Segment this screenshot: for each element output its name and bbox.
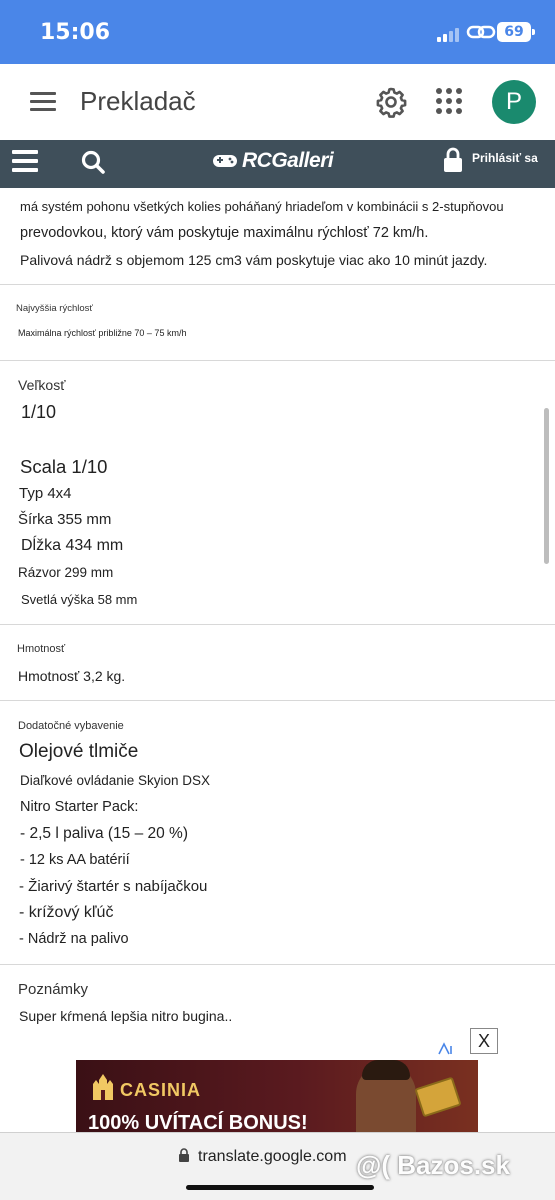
size-length: Dĺžka 434 mm bbox=[21, 537, 124, 554]
list-item: - Nádrž na palivo bbox=[19, 931, 129, 947]
site-logo-text: RCGalleri bbox=[242, 149, 334, 172]
size-width: Šírka 355 mm bbox=[18, 511, 112, 528]
search-icon[interactable] bbox=[80, 149, 106, 175]
size-scale: Scala 1/10 bbox=[20, 456, 108, 477]
url-lock-icon bbox=[179, 1148, 189, 1162]
weight-value: Hmotnosť 3,2 kg. bbox=[18, 668, 126, 684]
url-text[interactable]: translate.google.com bbox=[198, 1148, 347, 1166]
notes-value: Super kŕmená lepšia nitro bugina.. bbox=[19, 1008, 233, 1024]
status-bar: 15:06 69 bbox=[0, 0, 555, 64]
size-type: Typ 4x4 bbox=[19, 485, 72, 502]
equipment-remote: Diaľkové ovládanie Skyion DSX bbox=[20, 773, 211, 788]
site-navbar: RCGalleri Prihlásiť sa bbox=[0, 140, 555, 188]
list-item: - krížový kľúč bbox=[19, 904, 114, 921]
menu-icon[interactable] bbox=[30, 92, 56, 112]
apps-grid-icon[interactable] bbox=[436, 88, 464, 116]
description-line: Palivová nádrž s objemom 125 cm3 vám pos… bbox=[20, 252, 488, 268]
signal-icon bbox=[437, 26, 463, 42]
list-item: - 12 ks AA batérií bbox=[20, 852, 130, 868]
ad-person-hair bbox=[362, 1060, 410, 1080]
scrollbar[interactable] bbox=[544, 408, 549, 564]
status-time: 15:06 bbox=[40, 20, 111, 45]
avatar[interactable]: P bbox=[492, 80, 536, 124]
equipment-title: Olejové tlmiče bbox=[19, 741, 139, 762]
equipment-starter-pack: Nitro Starter Pack: bbox=[20, 799, 139, 815]
gamepad-icon bbox=[213, 155, 237, 167]
list-item: - Žiarivý štartér s nabíjačkou bbox=[19, 878, 208, 895]
size-clearance: Svetlá výška 58 mm bbox=[21, 592, 138, 607]
login-link[interactable]: Prihlásiť sa bbox=[472, 151, 538, 165]
listing-content: má systém pohonu všetkých kolies poháňan… bbox=[0, 188, 555, 1040]
section-label: Hmotnosť bbox=[17, 643, 66, 655]
equipment-section: Dodatočné vybavenie Olejové tlmiče Diaľk… bbox=[0, 701, 555, 965]
battery-indicator: 69 bbox=[497, 22, 535, 42]
description-section: má systém pohonu všetkých kolies poháňan… bbox=[0, 188, 555, 285]
size-section: Veľkosť 1/10 Scala 1/10 Typ 4x4 Šírka 35… bbox=[0, 361, 555, 625]
weight-section: Hmotnosť Hmotnosť 3,2 kg. bbox=[0, 625, 555, 701]
ad-headline: 100% UVÍTACÍ BONUS! bbox=[88, 1112, 308, 1132]
section-label: Poznámky bbox=[18, 981, 89, 998]
adchoices-icon[interactable] bbox=[437, 1042, 455, 1056]
section-label: Najvyššia rýchlosť bbox=[16, 303, 93, 314]
lock-icon bbox=[444, 147, 462, 172]
section-value: Maximálna rýchlosť približne 70 – 75 km/… bbox=[18, 328, 187, 338]
ad-card-image bbox=[414, 1076, 462, 1118]
description-line: prevodovkou, ktorý vám poskytuje maximál… bbox=[20, 225, 429, 241]
app-header: Prekladač P bbox=[0, 64, 555, 140]
size-wheelbase: Rázvor 299 mm bbox=[18, 565, 114, 580]
app-title: Prekladač bbox=[80, 86, 196, 116]
site-logo[interactable]: RCGalleri bbox=[212, 146, 334, 176]
top-speed-section: Najvyššia rýchlosť Maximálna rýchlosť pr… bbox=[0, 285, 555, 361]
site-menu-icon[interactable] bbox=[12, 150, 38, 172]
section-label: Dodatočné vybavenie bbox=[18, 720, 124, 732]
list-item: - 2,5 l paliva (15 – 20 %) bbox=[20, 825, 189, 842]
description-line: má systém pohonu všetkých kolies poháňan… bbox=[20, 199, 504, 214]
gear-icon[interactable] bbox=[375, 86, 407, 118]
size-value: 1/10 bbox=[21, 402, 57, 422]
link-icon bbox=[466, 25, 496, 39]
home-indicator[interactable] bbox=[186, 1185, 374, 1190]
ad-brand: CASINIA bbox=[120, 1080, 202, 1100]
section-label: Veľkosť bbox=[18, 377, 66, 393]
ad-banner[interactable]: CASINIA 100% UVÍTACÍ BONUS! bbox=[76, 1060, 478, 1132]
ad-close-button[interactable]: X bbox=[470, 1028, 498, 1054]
castle-icon bbox=[93, 1074, 113, 1100]
watermark: @( Bazos.sk bbox=[356, 1150, 510, 1180]
